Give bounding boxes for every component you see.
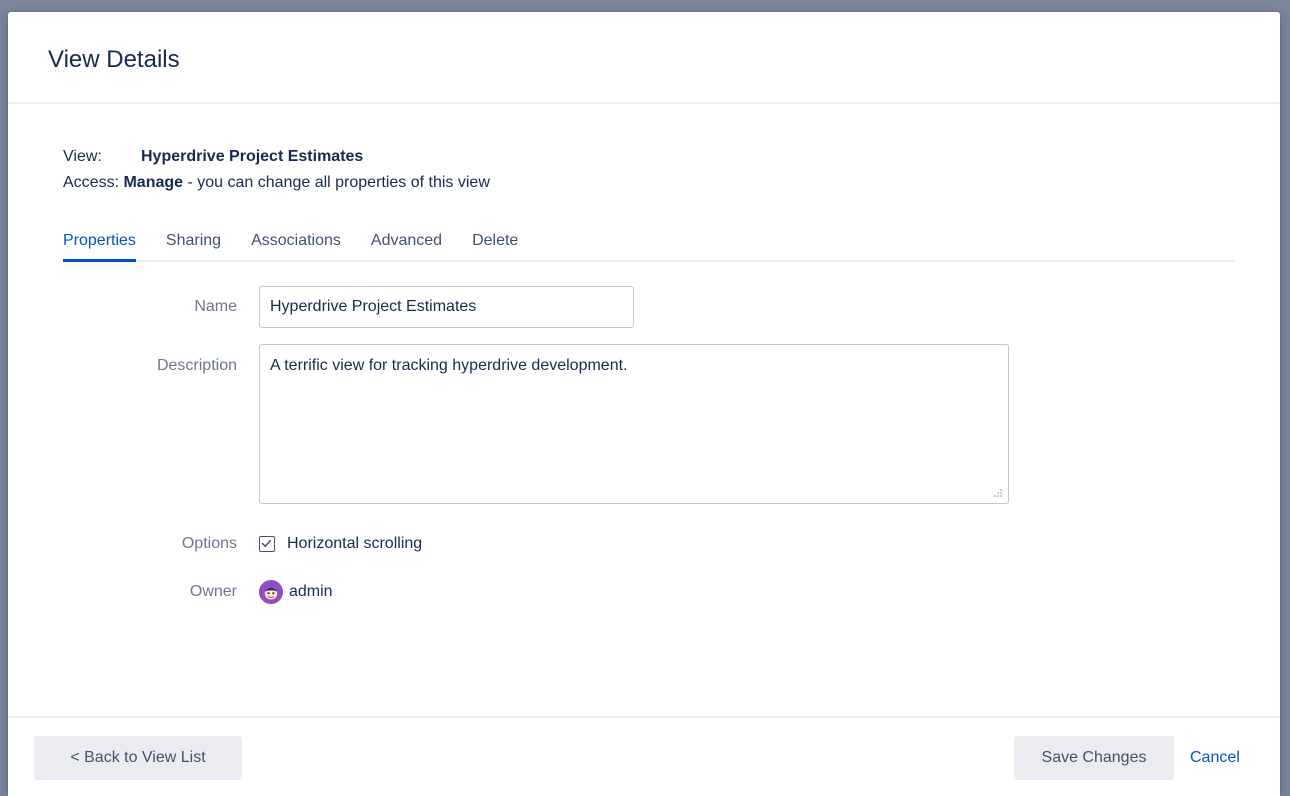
name-row: Name [63,286,1235,328]
avatar [259,580,283,604]
user-avatar-icon [259,580,283,604]
dialog-title: View Details [48,46,180,73]
view-details-dialog: View Details View: Hyperdrive Project Est… [8,12,1280,796]
view-name: Hyperdrive Project Estimates [141,148,364,165]
description-textarea[interactable]: A terrific view for tracking hyperdrive … [259,344,1009,504]
tab-associations[interactable]: Associations [251,226,341,260]
dialog-footer: < Back to View List Save Changes Cancel [8,716,1280,796]
access-info-line: Access: Manage - you can change all prop… [63,170,1235,196]
tab-properties[interactable]: Properties [63,226,136,262]
access-level: Manage [123,174,184,191]
tab-advanced[interactable]: Advanced [371,226,442,260]
access-label: Access: [63,174,120,191]
name-label: Name [194,298,237,315]
owner-value: admin [259,576,333,608]
description-textarea-wrap: A terrific view for tracking hyperdrive … [259,344,1009,504]
owner-label: Owner [189,583,237,600]
tab-sharing[interactable]: Sharing [166,226,221,260]
options-row: Options Horizontal scrolling [63,528,1235,560]
save-changes-button[interactable]: Save Changes [1014,736,1174,780]
horizontal-scrolling-option[interactable]: Horizontal scrolling [259,528,422,560]
dialog-body: View: Hyperdrive Project Estimates Access… [8,104,1280,716]
view-info-line: View: Hyperdrive Project Estimates [63,144,1235,170]
resize-handle-icon[interactable] [993,488,1003,498]
owner-name: admin [289,583,333,600]
access-description: - you can change all properties of this … [183,174,490,191]
horizontal-scrolling-label: Horizontal scrolling [287,535,423,552]
view-label: View: [63,148,102,165]
cancel-link[interactable]: Cancel [1190,736,1240,780]
back-to-view-list-button[interactable]: < Back to View List [34,736,242,780]
dialog-header: View Details [8,12,1280,104]
description-label: Description [156,357,237,374]
options-label: Options [181,535,237,552]
description-row: Description A terrific view for tracking… [63,344,1235,504]
owner-row: Owner admin [63,576,1235,608]
checkmark-icon [261,539,272,548]
horizontal-scrolling-checkbox[interactable] [259,536,275,552]
tab-bar: Properties Sharing Associations Advanced… [63,226,1234,262]
tab-delete[interactable]: Delete [472,226,518,260]
name-input[interactable] [259,286,634,328]
